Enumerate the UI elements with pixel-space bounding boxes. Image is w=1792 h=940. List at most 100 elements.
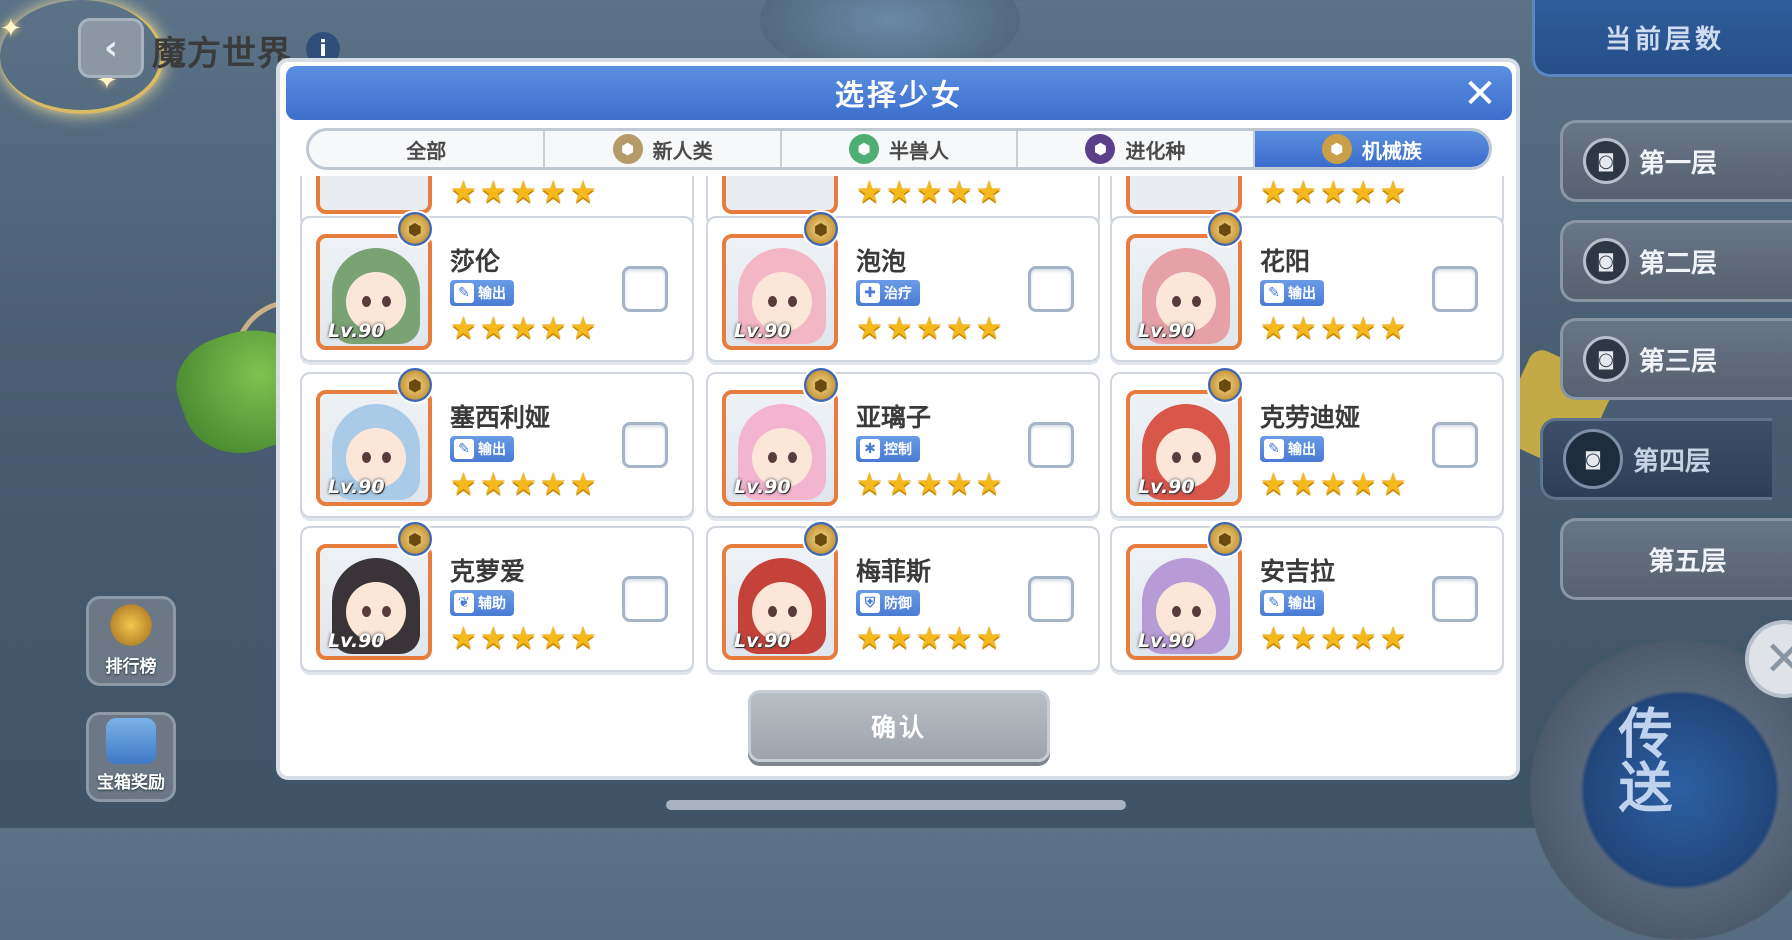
character-eye <box>1172 452 1181 463</box>
character-portrait: Lv.90 <box>316 544 432 660</box>
character-card[interactable]: Lv.90 ⬢ 克萝爱 ❦ 辅助 ★ ★ ★ ★ ★ <box>300 520 694 672</box>
role-icon: ❦ <box>454 593 474 613</box>
select-checkbox[interactable] <box>1028 576 1074 622</box>
select-checkbox[interactable] <box>1432 266 1478 312</box>
character-eye <box>1172 606 1181 617</box>
ranking-button[interactable]: 排行榜 <box>86 596 176 686</box>
dialog-title: 选择少女 <box>286 66 1512 120</box>
character-card[interactable]: Lv.90 ⬢ 塞西利娅 ✎ 输出 ★ ★ ★ ★ ★ <box>300 366 694 518</box>
ranking-medal-icon <box>106 602 156 648</box>
tab-3[interactable]: ⬢ 进化种 <box>1018 131 1255 167</box>
mechanical-faction-icon: ⬢ <box>1206 366 1244 404</box>
star-icon: ★ <box>945 176 973 210</box>
mechanical-faction-icon: ⬢ <box>1206 210 1244 248</box>
back-button[interactable]: ‹ <box>78 18 144 78</box>
tab-label: 进化种 <box>1125 138 1186 163</box>
floor-item-1[interactable]: ◙ 第一层 <box>1560 120 1792 202</box>
chest-reward-label: 宝箱奖励 <box>97 773 165 793</box>
star-icon: ★ <box>569 621 597 656</box>
select-checkbox[interactable] <box>1432 422 1478 468</box>
character-eye <box>362 452 371 463</box>
tab-label: 半兽人 <box>889 138 950 163</box>
star-rating: ★ ★ ★ ★ ★ <box>856 314 1003 344</box>
role-icon: ⛨ <box>860 593 880 613</box>
character-card[interactable]: Lv.90 ⬢ 花阳 ✎ 输出 ★ ★ ★ ★ ★ <box>1110 210 1504 362</box>
character-name: 莎伦 <box>450 247 501 276</box>
character-portrait <box>1126 176 1242 214</box>
character-card[interactable]: Lv.90 ⬢ 梅菲斯 ⛨ 防御 ★ ★ ★ ★ ★ <box>706 520 1100 672</box>
teleport-button[interactable]: 传送 <box>1609 705 1672 813</box>
floor-item-3[interactable]: ◙ 第三层 <box>1560 318 1792 400</box>
back-icon: ‹ <box>103 28 118 68</box>
select-checkbox[interactable] <box>622 576 668 622</box>
star-icon: ★ <box>1379 176 1407 210</box>
star-icon: ★ <box>975 311 1003 346</box>
character-card[interactable]: Lv.90 ⬢ 克劳迪娅 ✎ 输出 ★ ★ ★ ★ ★ <box>1110 366 1504 518</box>
floor-item-4[interactable]: ◙ 第四层 <box>1540 418 1772 500</box>
floor-item-2[interactable]: ◙ 第二层 <box>1560 220 1792 302</box>
star-icon: ★ <box>1289 176 1317 210</box>
tab-0[interactable]: 全部 <box>309 131 546 167</box>
character-level: Lv.90 <box>1138 320 1195 342</box>
floor-label: 第一层 <box>1639 148 1718 179</box>
character-card[interactable]: Lv.90 ⬢ 泡泡 ✚ 治疗 ★ ★ ★ ★ ★ <box>706 210 1100 362</box>
mechanical-faction-icon: ⬢ <box>802 520 840 558</box>
character-name: 塞西利娅 <box>450 403 551 432</box>
star-icon: ★ <box>1349 176 1377 210</box>
role-tag: ❦ 辅助 <box>450 590 514 616</box>
star-icon: ★ <box>539 311 567 346</box>
character-eye <box>768 452 777 463</box>
star-rating: ★ ★ ★ ★ ★ <box>450 314 597 344</box>
character-card[interactable]: Lv.90 ⬢ 莎伦 ✎ 输出 ★ ★ ★ ★ ★ <box>300 210 694 362</box>
mechanical-faction-icon: ⬢ <box>1206 520 1244 558</box>
star-icon: ★ <box>1379 621 1407 656</box>
select-checkbox[interactable] <box>1432 576 1478 622</box>
star-icon: ★ <box>885 311 913 346</box>
star-icon: ★ <box>450 467 477 502</box>
tab-2[interactable]: ⬢ 半兽人 <box>782 131 1019 167</box>
role-tag: ✎ 输出 <box>450 436 514 462</box>
role-label: 辅助 <box>478 596 506 612</box>
character-card[interactable]: Lv.90 ⬢ 安吉拉 ✎ 输出 ★ ★ ★ ★ ★ <box>1110 520 1504 672</box>
role-label: 治疗 <box>884 286 912 302</box>
role-label: 防御 <box>884 596 912 612</box>
character-card[interactable]: Lv.90 ⬢ 亚璃子 ✱ 控制 ★ ★ ★ ★ ★ <box>706 366 1100 518</box>
star-rating: ★ ★ ★ ★ ★ <box>1260 624 1407 654</box>
select-checkbox[interactable] <box>1028 266 1074 312</box>
star-icon: ★ <box>856 311 883 346</box>
star-rating: ★ ★ ★ ★ ★ <box>1260 470 1407 500</box>
close-icon[interactable]: ✕ <box>1458 71 1502 117</box>
star-icon: ★ <box>1260 311 1287 346</box>
star-icon: ★ <box>569 311 597 346</box>
tab-label: 全部 <box>406 138 447 163</box>
role-tag: ✎ 输出 <box>1260 590 1324 616</box>
chest-reward-button[interactable]: 宝箱奖励 <box>86 712 176 802</box>
tab-4[interactable]: ⬢ 机械族 <box>1254 131 1489 167</box>
floor-label: 第四层 <box>1633 446 1712 477</box>
lock-icon: ◙ <box>1583 138 1629 184</box>
star-icon: ★ <box>885 621 913 656</box>
confirm-button[interactable]: 确认 <box>748 690 1050 762</box>
select-checkbox[interactable] <box>622 422 668 468</box>
star-icon: ★ <box>945 621 973 656</box>
select-checkbox[interactable] <box>622 266 668 312</box>
character-portrait <box>722 176 838 214</box>
star-icon: ★ <box>1349 621 1377 656</box>
tab-1[interactable]: ⬢ 新人类 <box>545 131 782 167</box>
character-level: Lv.90 <box>1138 476 1195 498</box>
star-icon: ★ <box>1289 467 1317 502</box>
star-icon: ★ <box>915 176 943 210</box>
new-human-icon: ⬢ <box>612 134 643 164</box>
character-level: Lv.90 <box>328 476 385 498</box>
lock-icon: ◙ <box>1563 429 1623 489</box>
character-eye <box>768 606 777 617</box>
floor-item-5[interactable]: 第五层 <box>1560 518 1792 600</box>
star-icon: ★ <box>915 467 943 502</box>
star-icon: ★ <box>1289 621 1317 656</box>
star-rating: ★ ★ ★ ★ ★ <box>856 178 1003 208</box>
star-icon: ★ <box>945 311 973 346</box>
star-icon: ★ <box>1260 467 1287 502</box>
character-grid: ★ ★ ★ ★ ★ ★ ★ ★ ★ ★ ★ ★ ★ ★ ★ Lv.90 ⬢ 莎伦 ✎ 输出 ★ ★ ★ ★ ★ Lv.90 ⬢ 泡泡 ✚… <box>296 176 1506 680</box>
character-level: Lv.90 <box>1138 630 1195 652</box>
select-checkbox[interactable] <box>1028 422 1074 468</box>
